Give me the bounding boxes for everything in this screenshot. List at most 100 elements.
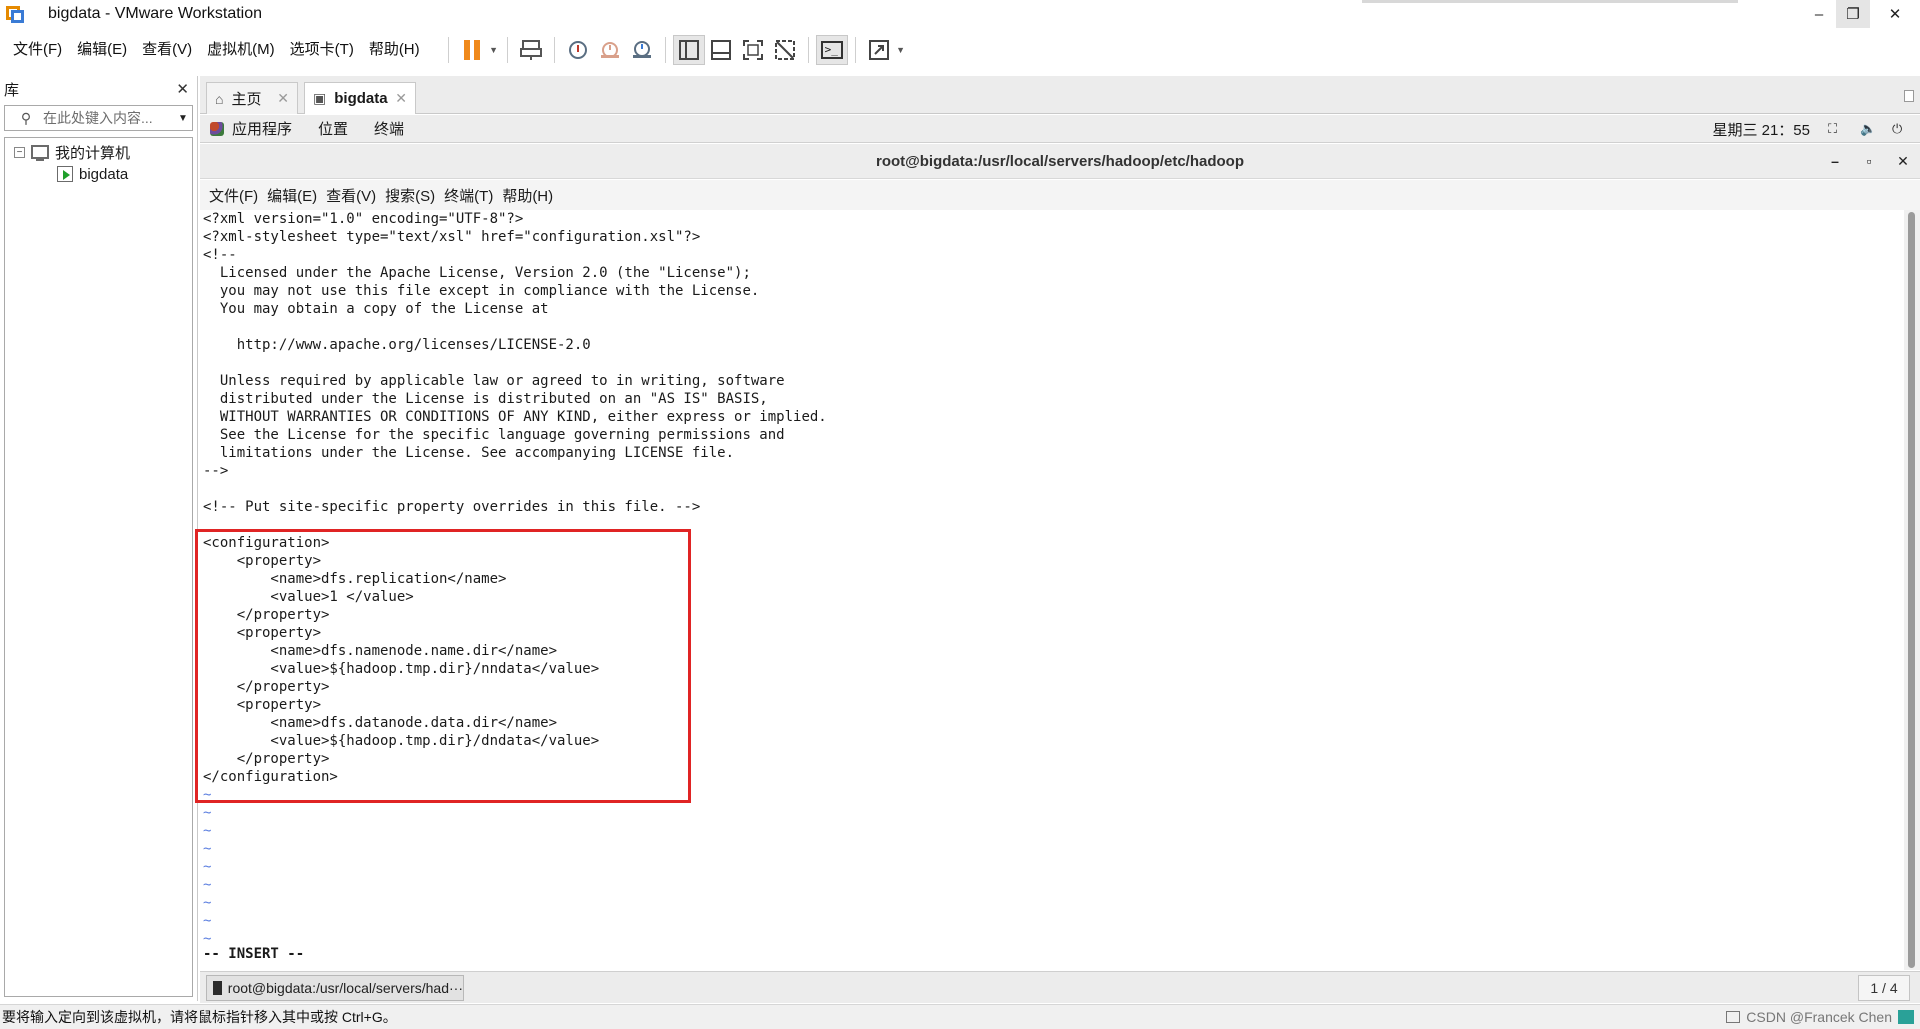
pause-button[interactable] [456,35,488,65]
vm-running-icon [57,166,73,182]
library-close-icon[interactable]: ✕ [176,80,189,98]
terminal-menu-view[interactable]: 查看(V) [318,185,376,206]
library-header: 库 ✕ [0,76,197,102]
network-icon[interactable]: ⛶ [1828,122,1842,136]
snapshot-manager-button[interactable] [626,35,658,65]
revert-snapshot-button[interactable] [594,35,626,65]
take-snapshot-button[interactable] [562,35,594,65]
minimize-button[interactable]: – [1802,0,1836,28]
search-dropdown-icon[interactable]: ▼ [174,113,192,124]
terminal-menu-file[interactable]: 文件(F) [201,185,258,206]
terminal-line: <?xml-stylesheet type="text/xsl" href="c… [203,229,701,245]
terminal-line: <value>1 </value> [203,589,414,605]
menu-view[interactable]: 查看(V) [135,36,199,64]
vim-empty-line-marker: ~ [203,859,212,875]
workspace-pager[interactable]: 1 / 4 [1858,975,1910,1001]
terminal-menu-edit[interactable]: 编辑(E) [259,185,317,206]
unity-icon [774,40,795,60]
menu-terminal[interactable]: 终端 [374,118,404,139]
menu-applications[interactable]: 应用程序 [232,118,292,139]
device-network-icon[interactable] [1898,1010,1914,1024]
fullscreen-button[interactable] [737,35,769,65]
vim-empty-line-marker: ~ [203,913,212,929]
show-library-button[interactable] [672,35,705,65]
terminal-menu-terminal[interactable]: 终端(T) [436,185,493,206]
clock[interactable]: 星期三 21：55 [1712,119,1810,140]
terminal-line: <!-- [203,247,237,263]
send-ctrl-alt-del-button[interactable] [515,35,547,65]
menubar: 文件(F) 编辑(E) 查看(V) 虚拟机(M) 选项卡(T) 帮助(H) ▼ [0,34,1920,66]
power-icon[interactable]: ⏻ [1892,122,1906,136]
tree-item-bigdata[interactable]: bigdata [5,163,192,185]
terminal-minimize-icon[interactable]: – [1826,144,1844,179]
library-search: ⚲ ▼ [4,105,193,131]
device-hdd-icon[interactable] [1726,1011,1741,1023]
home-icon: ⌂ [215,90,224,107]
stretch-dropdown-icon[interactable]: ▼ [895,45,907,55]
terminal-line: <configuration> [203,535,330,551]
toolbar: ▼ >_ ▼ [441,34,907,66]
terminal-line: See the License for the specific languag… [203,427,785,443]
restore-button[interactable]: ❐ [1836,0,1870,28]
tab-close-icon[interactable]: ✕ [277,90,289,107]
toolbar-separator [664,37,666,63]
terminal-content[interactable]: <?xml version="1.0" encoding="UTF-8"?> <?… [200,210,1902,970]
menu-tabs[interactable]: 选项卡(T) [283,36,361,64]
terminal-line: --> [203,463,229,479]
terminal-line: <property> [203,553,322,569]
search-icon: ⚲ [20,109,32,126]
terminal-line: <name>dfs.namenode.name.dir</name> [203,643,558,659]
terminal-close-icon[interactable]: ✕ [1894,144,1912,179]
guest-top-panel: 应用程序 位置 终端 星期三 21：55 ⛶ 🔈 ⏻ [200,115,1920,143]
menu-vm[interactable]: 虚拟机(M) [200,36,282,64]
tab-home[interactable]: ⌂ 主页 ✕ [206,82,298,114]
stretch-guest-button[interactable] [863,35,895,65]
terminal-menu-search[interactable]: 搜索(S) [377,185,435,206]
terminal-line: http://www.apache.org/licenses/LICENSE-2… [203,337,591,353]
toolbar-separator [854,37,856,63]
terminal-maximize-icon[interactable]: ▫ [1860,144,1878,179]
menu-file[interactable]: 文件(F) [6,36,69,64]
terminal-line: </property> [203,679,330,695]
console-view-button[interactable]: >_ [815,35,848,65]
terminal-menu-help[interactable]: 帮助(H) [494,185,553,206]
terminal-line: </configuration> [203,769,338,785]
vim-empty-line-marker: ~ [203,823,212,839]
window-controls: – ❐ ✕ [1802,0,1920,28]
terminal-line: </property> [203,751,330,767]
terminal-scrollbar[interactable] [1904,210,1920,970]
stretch-icon [868,40,889,60]
close-button[interactable]: ✕ [1870,0,1920,28]
taskbar-terminal-item[interactable]: root@bigdata:/usr/local/servers/had··· [206,975,464,1001]
library-search-input[interactable] [43,110,173,126]
tree-item-label: bigdata [79,165,129,183]
taskbar-item-label: root@bigdata:/usr/local/servers/had··· [227,980,463,996]
volume-icon[interactable]: 🔈 [1860,122,1876,136]
terminal-line: <name>dfs.replication</name> [203,571,507,587]
terminal-line: WITHOUT WARRANTIES OR CONDITIONS OF ANY … [203,409,827,425]
unity-button[interactable] [769,35,801,65]
terminal-line: <value>${hadoop.tmp.dir}/dndata</value> [203,733,600,749]
tab-scroll-icon[interactable] [1904,90,1914,102]
terminal-line: <property> [203,625,322,641]
tab-bigdata[interactable]: ▣ bigdata ✕ [304,82,416,114]
scrollbar-thumb[interactable] [1908,212,1915,968]
menu-places[interactable]: 位置 [318,118,348,139]
guest-taskbar: root@bigdata:/usr/local/servers/had··· 1… [200,971,1920,1003]
menu-edit[interactable]: 编辑(E) [70,36,134,64]
tab-close-icon[interactable]: ✕ [395,90,407,107]
tab-label: bigdata [334,90,388,107]
menu-help[interactable]: 帮助(H) [362,36,427,64]
snapshot-manager-icon [632,41,651,58]
terminal-line: <property> [203,697,322,713]
status-bar: 要将输入定向到该虚拟机，请将鼠标指针移入其中或按 Ctrl+G。 CSDN @F… [0,1004,1920,1029]
tree-item-my-computer[interactable]: − 我的计算机 [5,141,192,163]
pause-icon [463,40,481,60]
status-message: 要将输入定向到该虚拟机，请将鼠标指针移入其中或按 Ctrl+G。 [2,1009,397,1025]
terminal-icon [213,981,222,995]
show-thumbnail-button[interactable] [705,35,737,65]
vm-icon: ▣ [313,90,327,106]
pause-dropdown-icon[interactable]: ▼ [488,45,500,55]
collapse-icon[interactable]: − [14,146,25,158]
